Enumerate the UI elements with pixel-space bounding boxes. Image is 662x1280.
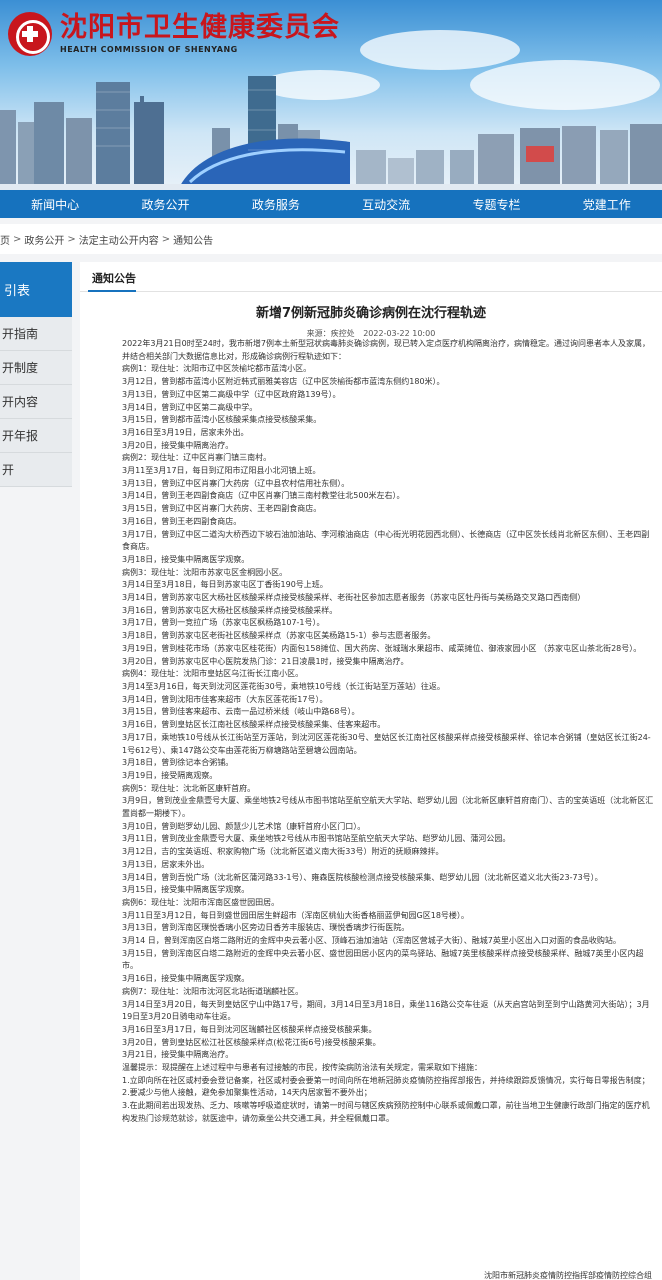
tab-active-indicator: [88, 290, 136, 292]
article-paragraph: 3月21日，接受集中隔离治疗。: [122, 1050, 234, 1060]
sidebar-header: 引表: [0, 262, 72, 317]
main-nav: 新闻中心 政务公开 政务服务 互动交流 专题专栏 党建工作: [0, 190, 662, 218]
article-title: 新增7例新冠肺炎确诊病例在沈行程轨迹: [255, 306, 487, 321]
article-source: 来源：疾控处: [306, 329, 355, 338]
article-paragraph: 3月15日，曾到佳客来超市、云南一品过桥米线（岐山中路68号）。: [122, 707, 360, 717]
breadcrumb: 页 > 政务公开 > 法定主动公开内容 > 通知公告: [0, 224, 662, 254]
article-paragraph: 3月10日，曾到皑罗幼儿园、颜慧少儿艺术馆（康轩首府小区门口）。: [122, 821, 366, 831]
article-section-heading: 病例4：现住址：沈阳市皇姑区乌江街长江南小区。: [122, 669, 304, 679]
article-paragraph: 3月16日，曾到苏家屯区大杨社区核酸采样点接受核酸采样。: [122, 605, 338, 615]
nav-item-party-building[interactable]: 党建工作: [552, 196, 662, 213]
article-section-heading: 病例3：现住址：沈阳市苏家屯区金桐园小区。: [122, 567, 288, 577]
tab-bar: 通知公告: [80, 262, 662, 292]
sidebar-item-guide[interactable]: 开指南: [0, 317, 72, 351]
article-section-heading: 病例2：现住址：辽中区肖寨门镇三南村。: [122, 453, 272, 463]
sidebar-item-content[interactable]: 开内容: [0, 385, 72, 419]
nav-item-special-topics[interactable]: 专题专栏: [441, 196, 551, 213]
article-paragraph: 3月16日，曾到皇姑区长江南社区核酸采样点接受核酸采集、佳客来超市。: [122, 720, 386, 730]
sidebar-item-annual-report[interactable]: 开年报: [0, 419, 72, 453]
article-intro: 2022年3月21日0时至24时，我市新增7例本土新型冠状病毒肺炎确诊病例，现已…: [122, 339, 650, 361]
article-paragraph: 3月13日，曾到辽中区第二高级中学（辽中区政府路139号）。: [122, 389, 341, 399]
site-title-en: HEALTH COMMISSION OF SHENYANG: [60, 45, 238, 54]
breadcrumb-notices[interactable]: 通知公告: [173, 232, 213, 247]
article-date: 2022-03-22 10:00: [363, 329, 436, 338]
sidebar-item-system[interactable]: 开制度: [0, 351, 72, 385]
article-section-heading: 病例1：现住址：沈阳市辽中区茨榆坨都市蓝湾小区。: [122, 364, 312, 374]
header-banner: 沈阳市卫生健康委员会 HEALTH COMMISSION OF SHENYANG: [0, 0, 662, 190]
article-paragraph: 3月15日，接受集中隔离医学观察。: [122, 885, 250, 895]
article-paragraph: 3月15日，曾到都市蓝湾小区核酸采集点接受核酸采集。: [122, 415, 322, 425]
article-paragraph: 3.在此期间若出现发热、乏力、咳嗽等呼吸道症状时，请第一时间与辖区疾病预防控制中…: [122, 1101, 650, 1123]
article-paragraph: 3月12日，吉的宝英语班、积家购物广场（沈北新区道义南大街33号）附近的抚顺麻辣…: [122, 847, 444, 857]
article-paragraph: 3月14 日，曾到浑南区白塔二路附近的金辉中央云著小区、顶峰石油加油站（浑南区营…: [122, 936, 621, 946]
breadcrumb-government-affairs[interactable]: 政务公开: [24, 232, 64, 247]
article-paragraph: 3月20日，接受集中隔离治疗。: [122, 440, 234, 450]
article-section-heading: 温馨提示：现提醒在上述过程中与患者有过接触的市民，按传染病防治法有关规定，需采取…: [122, 1063, 482, 1073]
nav-item-government-services[interactable]: 政务服务: [221, 196, 331, 213]
article-paragraph: 3月11日至3月12日，每日到盛世园田居生鲜超市（浑南区桃仙大街香格丽蓝伊甸园G…: [122, 910, 469, 920]
article-paragraph: 3月15日，曾到浑南区白塔二路附近的金辉中央云著小区、盛世园田居小区内的菜鸟驿站…: [122, 948, 644, 971]
article-paragraph: 3月18日，曾到徐记本合粥铺。: [122, 758, 234, 768]
article-paragraph: 3月18日，接受集中隔离医学观察。: [122, 554, 250, 564]
article-paragraph: 3月17日，曾到一竞拉广场（苏家屯区枫杨路107-1号）。: [122, 618, 325, 628]
article-paragraph: 3月19日，曾到桂花市场（苏家屯区桂花街）内面包158摊位、国大药房、张城瑞水果…: [122, 643, 642, 653]
nav-item-interaction[interactable]: 互动交流: [331, 196, 441, 213]
article-paragraph: 3月15日，曾到辽中区肖寨门大药房、王老四副食商店。: [122, 504, 322, 514]
article-paragraph: 3月16日至3月17日，每日到沈河区瑞麟社区核酸采样点接受核酸采集。: [122, 1024, 377, 1034]
article-paragraph: 3月14至3月16日，每天到沈河区莲花街30号，乘地铁10号线（长江街站至万莲站…: [122, 681, 445, 691]
sidebar-item-more[interactable]: 开: [0, 453, 72, 487]
breadcrumb-statutory-content[interactable]: 法定主动公开内容: [79, 232, 159, 247]
article-section-heading: 病例7：现住址：沈阳市沈河区北站街道瑞麟社区。: [122, 986, 304, 996]
article-paragraph: 3月17日，曾到辽中区二道沟大桥西边下坡石油加油站、李河粮油商店（中心街光明花园…: [122, 529, 650, 552]
nav-item-news[interactable]: 新闻中心: [0, 196, 110, 213]
breadcrumb-home[interactable]: 页: [0, 232, 10, 247]
article-signature: 沈阳市新冠肺炎疫情防控指挥部疫情防控综合组: [484, 1271, 652, 1280]
health-emblem-icon: [8, 12, 52, 56]
tab-notices[interactable]: 通知公告: [92, 270, 136, 286]
article-section-heading: 病例5：现住址：沈北新区康轩首府。: [122, 783, 256, 793]
article-paragraph: 3月14日，曾到辽中区第二高级中学。: [122, 402, 258, 412]
article-paragraph: 3月11日，曾到茂业金鼎壹号大厦、乘坐地铁2号线从市图书馆站至航空航天大学站、皑…: [122, 834, 511, 844]
article-paragraph: 3月13日，曾到浑南区璞悦香璃小区旁边日香芳丰服装店、璞悦香璃步行街医院。: [122, 923, 410, 933]
article-paragraph: 3月14日，曾到吾悦广场（沈北新区蒲河路33-1号）、雍森医院核酸检测点接受核酸…: [122, 872, 603, 882]
breadcrumb-separator: >: [13, 233, 22, 245]
article-paragraph: 3月14日，曾到王老四副食商店（辽中区肖寨门镇三南村教堂往北500米左右）。: [122, 491, 405, 501]
article-paragraph: 3月17日，乘地铁10号线从长江街站至万莲站，到沈河区莲花街30号、皇姑区长江南…: [122, 732, 651, 755]
article-paragraph: 1.立即向所在社区或村委会登记备案，社区或村委会要第一时间向所在地新冠肺炎疫情防…: [122, 1075, 650, 1085]
article-paragraph: 3月11至3月17日，每日到辽阳市辽阳县小北河镇上班。: [122, 466, 321, 476]
article-paragraph: 3月9日，曾到茂业金鼎壹号大厦、乘坐地铁2号线从市图书馆站至航空航天大学站、皑罗…: [122, 796, 654, 819]
article-paragraph: 3月20日，曾到苏家屯区中心医院发热门诊：21日凌晨1时，接受集中隔离治疗。: [122, 656, 409, 666]
article-paragraph: 3月14日，曾到苏家屯区大杨社区核酸采样点接受核酸采样、老街社区参加志愿者服务（…: [122, 593, 586, 603]
site-logo[interactable]: 沈阳市卫生健康委员会 HEALTH COMMISSION OF SHENYANG: [8, 12, 340, 56]
article-paragraph: 3月19日，接受隔离观察。: [122, 770, 218, 780]
article-body: 2022年3月21日0时至24时，我市新增7例本土新型冠状病毒肺炎确诊病例，现已…: [114, 338, 654, 1126]
article-paragraph: 3月16日至3月19日，居家未外出。: [122, 427, 249, 437]
article-paragraph: 2.要减少与他人接触，避免参加聚集性活动，14天内居家暂不要外出；: [122, 1088, 372, 1098]
sidebar: 引表 开指南 开制度 开内容 开年报 开: [0, 262, 72, 487]
article-section-heading: 病例6：现住址：沈阳市浑南区盛世园田居。: [122, 897, 280, 907]
site-title: 沈阳市卫生健康委员会: [60, 12, 340, 43]
article-paragraph: 3月13日，居家未外出。: [122, 859, 210, 869]
breadcrumb-separator: >: [161, 233, 171, 245]
article-paragraph: 3月16日，曾到王老四副食商店。: [122, 516, 242, 526]
nav-item-government-affairs[interactable]: 政务公开: [110, 196, 220, 213]
breadcrumb-separator: >: [67, 233, 76, 245]
article-paragraph: 3月14日至3月20日，每天到皇姑区宁山中路17号，期间，3月14日至3月18日…: [122, 999, 650, 1022]
article-paragraph: 3月12日，曾到都市蓝湾小区附近韩式丽雅美容店（辽中区茨榆街都市蓝湾东侧约180…: [122, 377, 445, 387]
article-paragraph: 3月14日，曾到沈阳市佳客来超市（大东区莲花街17号）。: [122, 694, 328, 704]
article-paragraph: 3月20日，曾到皇姑区松江社区核酸采样点(松花江街6号)接受核酸采集。: [122, 1037, 381, 1047]
article-paragraph: 3月16日，接受集中隔离医学观察。: [122, 974, 250, 984]
article-paragraph: 3月18日，曾到苏家屯区老街社区核酸采样点（苏家屯区美杨路15-1）参与志愿者服…: [122, 631, 436, 641]
main-content: 通知公告 新增7例新冠肺炎确诊病例在沈行程轨迹 来源：疾控处 2022-03-2…: [80, 262, 662, 1280]
article-paragraph: 3月13日，曾到辽中区肖寨门大药房（辽中县农村信用社东侧）。: [122, 478, 350, 488]
article-paragraph: 3月14日至3月18日，每日到苏家屯区丁香街190号上班。: [122, 580, 328, 590]
